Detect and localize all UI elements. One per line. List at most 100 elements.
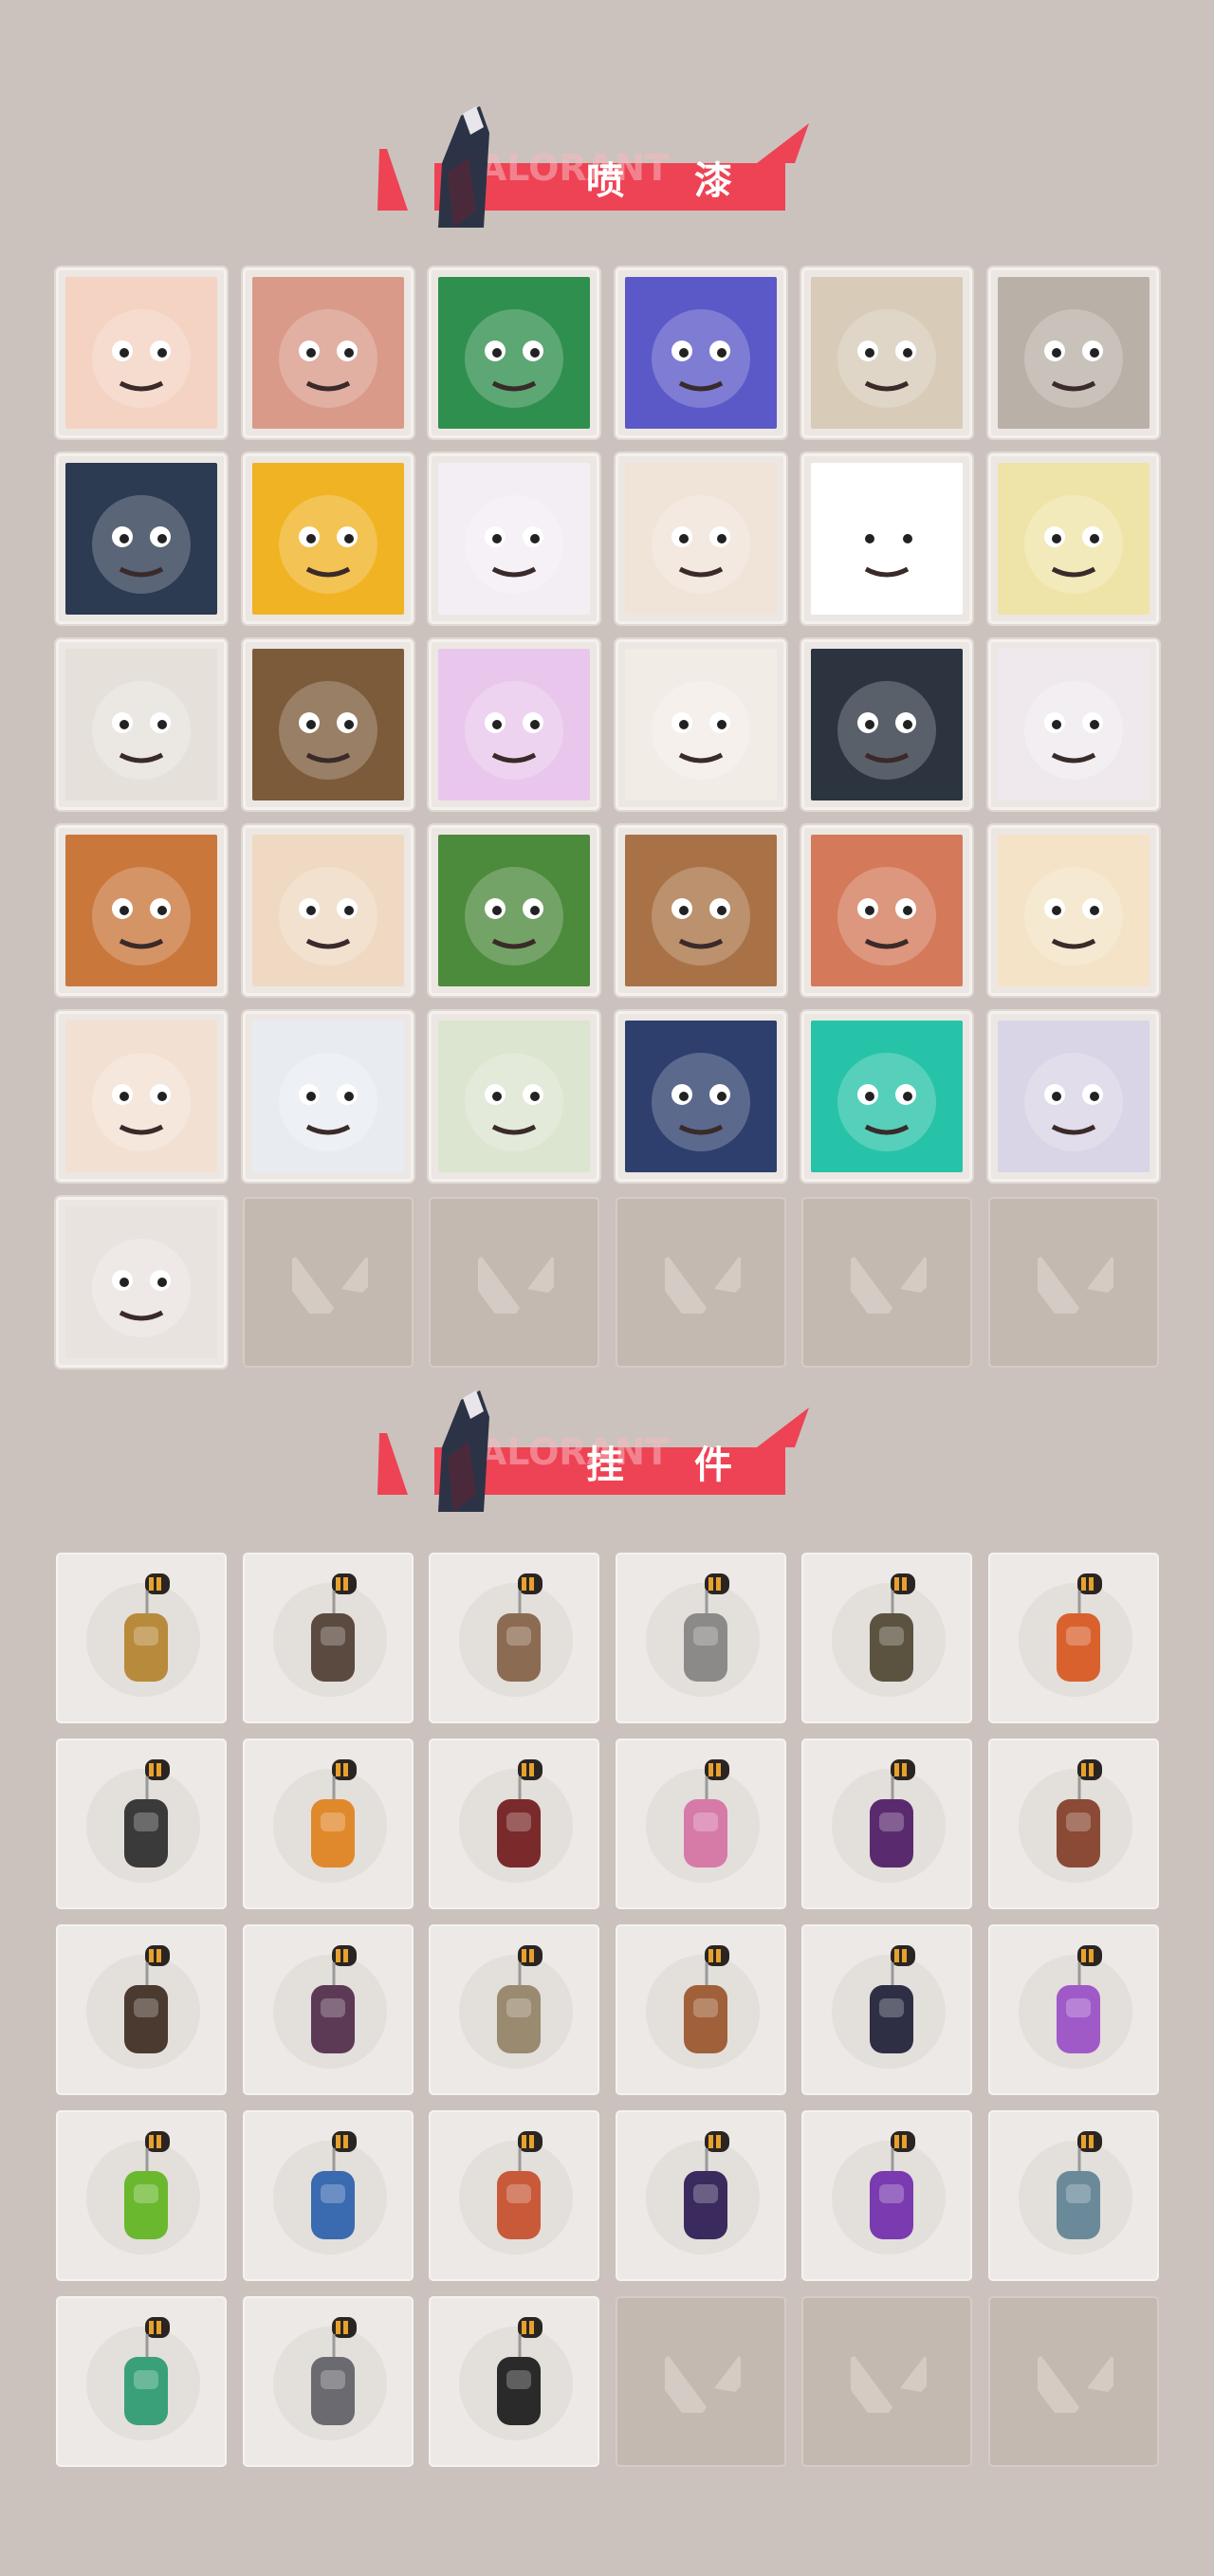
charm-tile[interactable] (429, 2110, 599, 2281)
valorant-logo-icon (664, 1257, 741, 1314)
valorant-token-charm-icon (497, 2317, 543, 2425)
graffiti-letters-spray-icon (997, 1021, 1150, 1172)
spray-tile[interactable] (242, 1011, 414, 1182)
charm-tile[interactable] (801, 1739, 972, 1909)
cupcake-charm-icon (683, 1759, 729, 1868)
charm-tile[interactable] (987, 1924, 1159, 2095)
spray-tile[interactable] (801, 453, 972, 624)
valorant-logo-icon (1037, 1257, 1113, 1314)
robot-girl-charm-icon (1056, 2131, 1102, 2239)
spray-tile[interactable] (429, 453, 599, 624)
green-crate-spray-icon (438, 835, 590, 986)
pager-charm-icon (124, 2131, 170, 2239)
sword-charm-icon (124, 1759, 170, 1868)
mech-charm-icon (870, 1945, 915, 2053)
spray-tile[interactable] (242, 639, 414, 810)
cowboy-charm-icon (497, 1945, 543, 2053)
charm-tile[interactable] (56, 1739, 227, 1909)
pencil-girl-spray-icon (65, 1021, 217, 1172)
charm-tile[interactable] (56, 1924, 227, 2095)
spray-tile[interactable] (56, 825, 227, 996)
spray-tile[interactable] (56, 453, 227, 624)
spray-tile[interactable] (801, 1011, 972, 1182)
charm-tile[interactable] (429, 1553, 599, 1723)
spray-tile[interactable] (987, 639, 1159, 810)
spray-tile[interactable] (56, 1197, 227, 1368)
valorant-logo-icon (291, 1257, 368, 1314)
spray-tile[interactable] (615, 453, 786, 624)
charm-tile[interactable] (242, 2296, 414, 2467)
crying-creature-spray-icon (811, 835, 963, 986)
lava-lamp-charm-icon (1056, 1945, 1102, 2053)
empty-charm-slot (801, 2296, 972, 2467)
spray-tile[interactable] (429, 639, 599, 810)
medal-charm-icon (870, 1759, 915, 1868)
raccoon-charm-icon (683, 1573, 729, 1682)
spray-tile[interactable] (242, 453, 414, 624)
charm-tile[interactable] (242, 1553, 414, 1723)
spray-tile[interactable] (615, 1011, 786, 1182)
spray-tile[interactable] (801, 825, 972, 996)
charm-tile[interactable] (242, 1739, 414, 1909)
spray-tile[interactable] (56, 267, 227, 438)
spray-tile[interactable] (987, 453, 1159, 624)
spray-tile[interactable] (615, 825, 786, 996)
spray-tile[interactable] (987, 267, 1159, 438)
charm-tile[interactable] (429, 1924, 599, 2095)
charm-tile[interactable] (56, 2110, 227, 2281)
yellow-mask-spray-icon (251, 463, 404, 615)
charm-tile[interactable] (987, 1739, 1159, 1909)
charm-tile[interactable] (429, 1739, 599, 1909)
charm-tile[interactable] (987, 1553, 1159, 1723)
charm-tile[interactable] (801, 1553, 972, 1723)
spray-tile[interactable] (429, 267, 599, 438)
empty-spray-slot (429, 1197, 599, 1368)
valorant-logo-icon (478, 1257, 554, 1314)
charms-grid (56, 1553, 1159, 2467)
empty-charm-slot (987, 2296, 1159, 2467)
charm-tile[interactable] (56, 2296, 227, 2467)
spray-tile[interactable] (987, 1011, 1159, 1182)
red-valorant-circle-spray-icon (65, 1206, 217, 1358)
valorant-logo-icon (664, 2356, 741, 2413)
clown-face-spray-icon (624, 649, 777, 800)
spray-tile[interactable] (987, 825, 1159, 996)
charm-tile[interactable] (615, 1739, 786, 1909)
hooded-girl-spray-icon (624, 1021, 777, 1172)
charm-tile[interactable] (801, 2110, 972, 2281)
charm-tile[interactable] (242, 1924, 414, 2095)
spray-tile[interactable] (429, 825, 599, 996)
spray-tile[interactable] (801, 639, 972, 810)
charms-title: 挂 件 (586, 1444, 761, 1487)
charm-tile[interactable] (242, 2110, 414, 2281)
charm-tile[interactable] (801, 1924, 972, 2095)
spray-tile[interactable] (615, 639, 786, 810)
tiger-spray-icon (997, 835, 1150, 986)
agent-figure-icon (438, 1390, 489, 1512)
sleepy-horn-spray-icon (997, 463, 1150, 615)
empty-spray-slot (987, 1197, 1159, 1368)
angry-face-spray-icon (251, 277, 404, 429)
charm-tile[interactable] (987, 2110, 1159, 2281)
charm-tile[interactable] (56, 1553, 227, 1723)
flower-face-spray-icon (65, 277, 217, 429)
purple-ghost-spray-icon (438, 649, 590, 800)
hedgehog-charm-icon (310, 2317, 357, 2425)
charm-tile[interactable] (615, 1924, 786, 2095)
spray-tile[interactable] (242, 825, 414, 996)
pouch-charm-icon (870, 1573, 915, 1682)
spray-tile[interactable] (615, 267, 786, 438)
black-hair-boy-spray-icon (251, 835, 404, 986)
spray-tile[interactable] (801, 267, 972, 438)
spray-tile[interactable] (242, 267, 414, 438)
valorant-logo-icon (851, 2356, 927, 2413)
valorant-teal-spray-icon (811, 1021, 963, 1172)
charm-tile[interactable] (615, 1553, 786, 1723)
empty-spray-slot (801, 1197, 972, 1368)
spray-tile[interactable] (56, 1011, 227, 1182)
spray-tile[interactable] (429, 1011, 599, 1182)
charm-tile[interactable] (615, 2110, 786, 2281)
bearded-grin-spray-icon (65, 835, 217, 986)
spray-tile[interactable] (56, 639, 227, 810)
charm-tile[interactable] (429, 2296, 599, 2467)
